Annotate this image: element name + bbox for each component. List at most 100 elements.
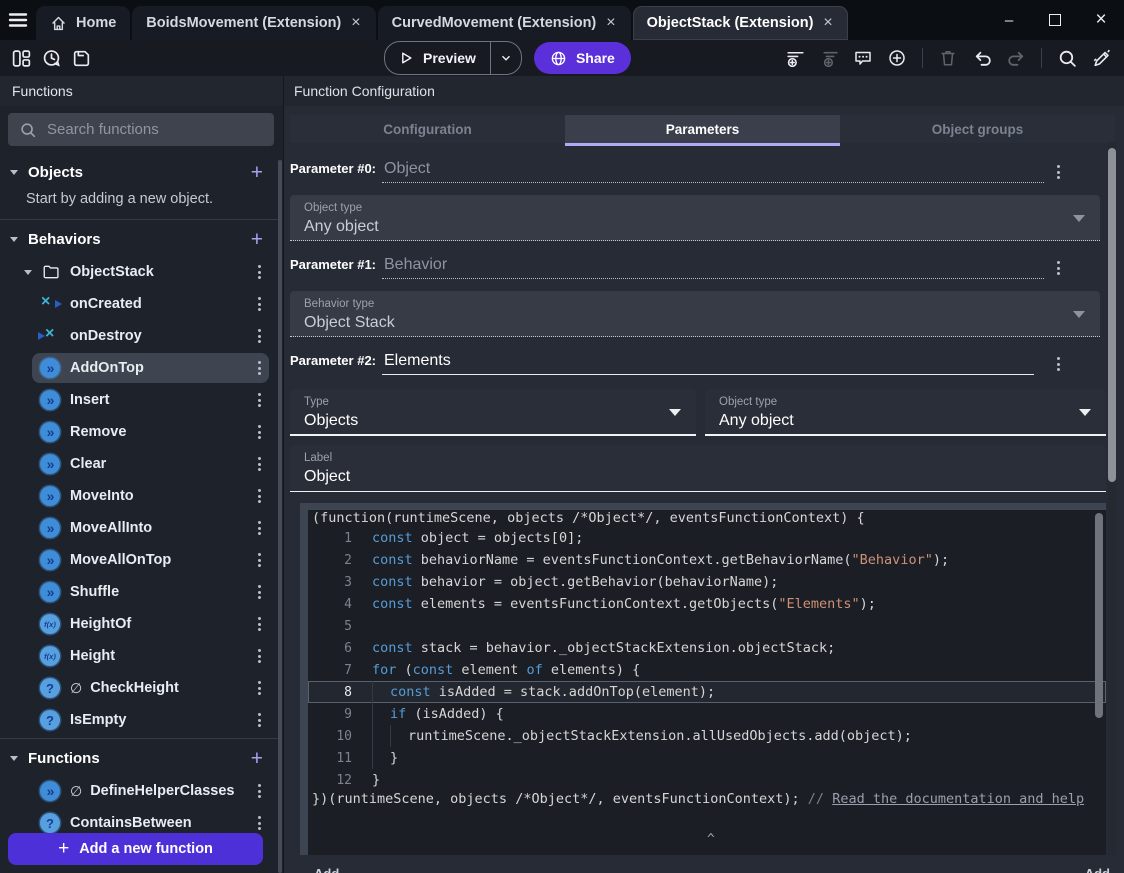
preview-button[interactable]: Preview [385,42,490,74]
tree-item-insert[interactable]: » Insert [0,384,279,416]
functions-section-header[interactable]: Functions + [0,741,279,775]
tab-configuration[interactable]: Configuration [290,115,565,143]
code-line-9[interactable]: 9 if (isAdded) { [308,703,1106,725]
save-icon[interactable] [66,43,96,73]
parameter-name-input[interactable]: Behavior [382,256,1044,279]
add-other-icon[interactable] [882,43,912,73]
tab-home[interactable]: Home [36,6,131,40]
code-line-2[interactable]: 2 const behaviorName = eventsFunctionCont… [308,549,1106,571]
tab-boidsmovement[interactable]: BoidsMovement (Extension) × [132,6,376,40]
sidebar-scrollbar[interactable] [278,160,282,873]
item-menu-icon[interactable] [258,425,261,439]
tree-item-clear[interactable]: » Clear [0,448,279,480]
label-field[interactable]: Label Object [290,445,1106,492]
tab-objectstack[interactable]: ObjectStack (Extension) × [632,6,848,40]
item-menu-icon[interactable] [258,617,261,631]
object-type-select[interactable]: Object type Any object [290,195,1100,241]
tree-item-definehelperclasses[interactable]: » ∅ DefineHelperClasses [0,775,279,807]
item-menu-icon[interactable] [258,553,261,567]
item-menu-icon[interactable] [258,265,261,279]
item-menu-icon[interactable] [258,489,261,503]
history-icon[interactable] [36,43,66,73]
tab-curvedmovement[interactable]: CurvedMovement (Extension) × [377,6,631,40]
object-type-select-2[interactable]: Object type Any object [705,389,1106,436]
item-menu-icon[interactable] [258,521,261,535]
behaviors-section-header[interactable]: Behaviors + [0,222,279,256]
redo-icon[interactable] [1001,43,1031,73]
code-line-3[interactable]: 3 const behavior = object.getBehavior(beh… [308,571,1106,593]
tree-item-remove[interactable]: » Remove [0,416,279,448]
type-select[interactable]: Type Objects [290,389,696,436]
add-function-icon[interactable]: + [245,748,269,769]
close-button[interactable]: × [1078,0,1124,40]
item-menu-icon[interactable] [258,297,261,311]
maximize-button[interactable] [1032,0,1078,40]
behavior-type-select[interactable]: Behavior type Object Stack [290,291,1100,337]
item-menu-icon[interactable] [258,457,261,471]
item-menu-icon[interactable] [258,361,261,375]
code-line-10[interactable]: 10 runtimeScene._objectStackExtension.all… [308,725,1106,747]
code-scrollbar[interactable] [1095,513,1103,718]
javascript-code-editor[interactable]: (function(runtimeScene, objects /*Object… [300,503,1106,855]
tree-item-heightof[interactable]: f(x) HeightOf [0,608,279,640]
documentation-link[interactable]: Read the documentation and help [832,791,1084,807]
tree-item-addontop[interactable]: » AddOnTop [0,352,279,384]
parameter-menu-icon[interactable] [1057,357,1060,371]
item-menu-icon[interactable] [258,649,261,663]
add-behavior-icon[interactable]: + [245,229,269,250]
parameter-name-input[interactable]: Object [382,160,1044,183]
tree-item-height[interactable]: f(x) Height [0,640,279,672]
add-new-function-button[interactable]: + Add a new function [8,833,263,865]
item-menu-icon[interactable] [258,329,261,343]
search-functions-input[interactable]: Search functions [8,113,274,146]
tree-item-ondestroy[interactable]: × onDestroy [0,320,279,352]
code-line-7[interactable]: 7 for (const element of elements) { [308,659,1106,681]
tree-item-shuffle[interactable]: » Shuffle [0,576,279,608]
item-menu-icon[interactable] [258,784,261,798]
tree-item-moveallontop[interactable]: » MoveAllOnTop [0,544,279,576]
item-menu-icon[interactable] [258,393,261,407]
minimize-button[interactable]: – [986,0,1032,40]
tab-parameters[interactable]: Parameters [565,115,840,146]
main-scrollbar-thumb[interactable] [1108,148,1116,482]
tab-object-groups[interactable]: Object groups [840,115,1115,143]
code-line-1[interactable]: 1 const object = objects[0]; [308,527,1106,549]
main-menu-icon[interactable] [0,0,36,40]
objects-section-header[interactable]: Objects + [0,155,279,189]
undo-icon[interactable] [967,43,997,73]
code-line-4[interactable]: 4 const elements = eventsFunctionContext.… [308,593,1106,615]
tree-item-checkheight[interactable]: ? ∅ CheckHeight [0,672,279,704]
delete-icon[interactable] [933,43,963,73]
add-object-icon[interactable]: + [245,162,269,183]
add-event-icon[interactable] [780,43,810,73]
tab-close-icon[interactable]: × [350,14,361,32]
code-line-11[interactable]: 11} [308,747,1106,769]
parameter-name-input[interactable]: Elements [382,352,1034,375]
preview-split-button[interactable]: Preview [384,41,522,75]
code-line-5[interactable]: 5 [308,615,1106,637]
tab-close-icon[interactable]: × [822,14,833,32]
tree-item-moveinto[interactable]: » MoveInto [0,480,279,512]
code-line-6[interactable]: 6 const stack = behavior._objectStackExte… [308,637,1106,659]
code-line-8[interactable]: 8 const isAdded = stack.addOnTop(element)… [308,681,1106,703]
item-menu-icon[interactable] [258,816,261,830]
item-menu-icon[interactable] [258,681,261,695]
tree-item-isempty[interactable]: ? IsEmpty [0,704,279,736]
parameter-menu-icon[interactable] [1057,165,1060,179]
tree-item-oncreated[interactable]: × onCreated [0,288,279,320]
item-menu-icon[interactable] [258,585,261,599]
tree-item-moveallinto[interactable]: » MoveAllInto [0,512,279,544]
add-comment-icon[interactable] [848,43,878,73]
code-line-12[interactable]: 12} [308,769,1106,791]
tree-item-objectstack[interactable]: ObjectStack [0,256,279,288]
panels-layout-icon[interactable] [6,43,36,73]
edit-icon[interactable] [1086,43,1116,73]
item-menu-icon[interactable] [258,713,261,727]
collapse-caret[interactable]: ^ [707,832,715,847]
share-button[interactable]: Share [533,42,631,74]
search-icon[interactable] [1052,43,1082,73]
preview-options-button[interactable] [489,42,521,74]
add-subevent-icon[interactable] [814,43,844,73]
parameter-menu-icon[interactable] [1057,261,1060,275]
tab-close-icon[interactable]: × [605,14,616,32]
